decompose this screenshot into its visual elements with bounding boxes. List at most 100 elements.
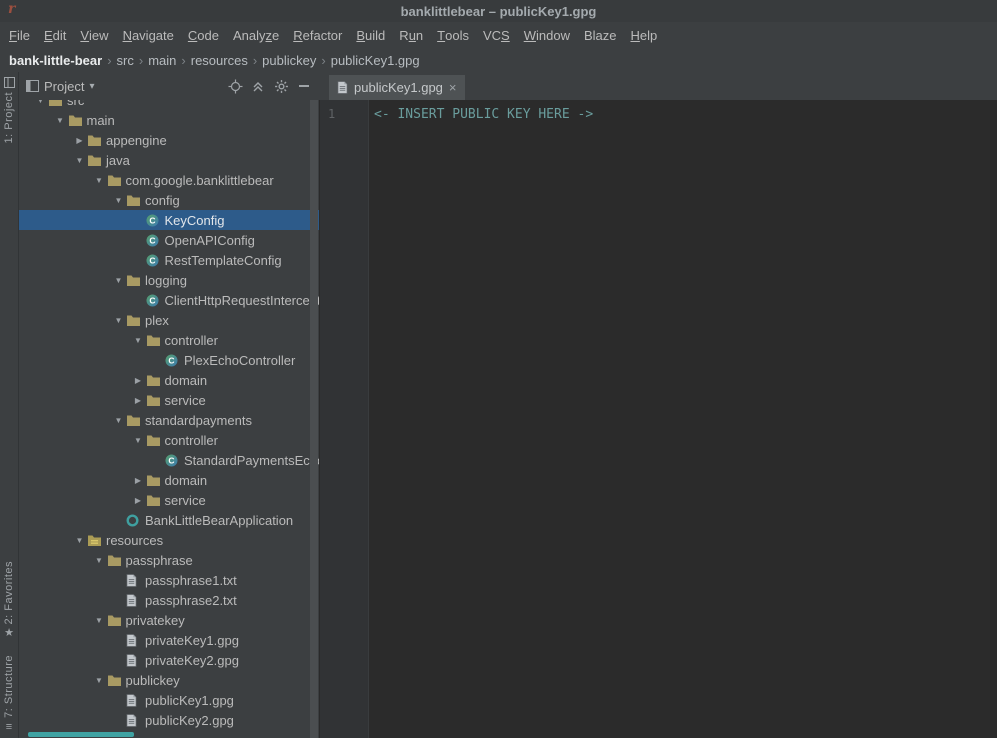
menu-item-file[interactable]: File bbox=[2, 22, 37, 48]
locate-file-icon[interactable] bbox=[226, 77, 244, 95]
chevron-down-icon[interactable]: ▼ bbox=[131, 336, 146, 345]
tree-item-plex[interactable]: ▼plex bbox=[19, 310, 319, 330]
tree-horizontal-scrollbar[interactable] bbox=[28, 732, 134, 737]
breadcrumb-separator-icon: › bbox=[139, 53, 143, 68]
menu-item-analyze[interactable]: Analyze bbox=[226, 22, 286, 48]
folder-icon bbox=[107, 674, 125, 687]
breadcrumb-item-publickey[interactable]: publickey bbox=[262, 53, 316, 68]
breadcrumb-separator-icon: › bbox=[107, 53, 111, 68]
breadcrumb-item-src[interactable]: src bbox=[117, 53, 134, 68]
tab-publickey1-gpg[interactable]: publicKey1.gpg × bbox=[329, 75, 465, 100]
editor-content[interactable]: <- INSERT PUBLIC KEY HERE -> bbox=[369, 100, 593, 738]
tree-item-publicKey2.gpg[interactable]: publicKey2.gpg bbox=[19, 710, 319, 730]
collapse-all-icon[interactable] bbox=[249, 77, 267, 95]
tree-vertical-scrollbar[interactable] bbox=[310, 100, 318, 738]
tree-item-ClientHttpRequestInterceptor[interactable]: CClientHttpRequestInterceptor bbox=[19, 290, 319, 310]
chevron-down-icon[interactable]: ▼ bbox=[53, 116, 68, 125]
structure-icon: ≡ bbox=[6, 722, 12, 733]
tree-item-OpenAPIConfig[interactable]: COpenAPIConfig bbox=[19, 230, 319, 250]
tree-item-StandardPaymentsEchoController[interactable]: CStandardPaymentsEchoController bbox=[19, 450, 319, 470]
menu-item-view[interactable]: View bbox=[73, 22, 115, 48]
chevron-down-icon[interactable]: ▼ bbox=[92, 556, 107, 565]
chevron-down-icon[interactable]: ▼ bbox=[33, 100, 48, 105]
tree-item-domain[interactable]: ▶domain bbox=[19, 370, 319, 390]
stripe-button-favorites[interactable]: 2: Favorites ★ bbox=[3, 561, 15, 639]
chevron-down-icon[interactable]: ▼ bbox=[111, 196, 126, 205]
class-icon: C bbox=[165, 354, 183, 367]
tree-item-PlexEchoController[interactable]: CPlexEchoController bbox=[19, 350, 319, 370]
menu-item-tools[interactable]: Tools bbox=[430, 22, 476, 48]
menu-item-run[interactable]: Run bbox=[392, 22, 430, 48]
breadcrumb-item-main[interactable]: main bbox=[148, 53, 176, 68]
chevron-right-icon[interactable]: ▶ bbox=[131, 496, 146, 505]
package-icon bbox=[107, 174, 125, 187]
folder-icon bbox=[87, 134, 105, 147]
breadcrumb-item-bank-little-bear[interactable]: bank-little-bear bbox=[9, 53, 102, 68]
tree-item-com.google.banklittlebear[interactable]: ▼com.google.banklittlebear bbox=[19, 170, 319, 190]
menu-item-blaze[interactable]: Blaze bbox=[577, 22, 624, 48]
stripe-button-project[interactable]: 1: Project bbox=[3, 77, 15, 143]
tree-item-standardpayments[interactable]: ▼standardpayments bbox=[19, 410, 319, 430]
tree-item-passphrase1.txt[interactable]: passphrase1.txt bbox=[19, 570, 319, 590]
stripe-button-structure[interactable]: 7: Structure ≡ bbox=[3, 655, 15, 733]
breadcrumb-item-resources[interactable]: resources bbox=[191, 53, 248, 68]
chevron-down-icon[interactable]: ▾ bbox=[89, 81, 94, 92]
chevron-right-icon[interactable]: ▶ bbox=[131, 476, 146, 485]
hide-panel-icon[interactable] bbox=[295, 77, 313, 95]
tree-item-src[interactable]: ▼src bbox=[19, 100, 319, 110]
tree-item-main[interactable]: ▼main bbox=[19, 110, 319, 130]
chevron-right-icon[interactable]: ▶ bbox=[131, 376, 146, 385]
svg-text:C: C bbox=[168, 355, 174, 365]
package-icon bbox=[126, 414, 144, 427]
close-tab-icon[interactable]: × bbox=[449, 81, 457, 94]
tree-item-privateKey2.gpg[interactable]: privateKey2.gpg bbox=[19, 650, 319, 670]
tree-item-RestTemplateConfig[interactable]: CRestTemplateConfig bbox=[19, 250, 319, 270]
chevron-down-icon[interactable]: ▼ bbox=[131, 436, 146, 445]
menu-item-code[interactable]: Code bbox=[181, 22, 226, 48]
tree-item-controller[interactable]: ▼controller bbox=[19, 330, 319, 350]
chevron-down-icon[interactable]: ▼ bbox=[111, 276, 126, 285]
chevron-right-icon[interactable]: ▶ bbox=[131, 396, 146, 405]
tree-item-config[interactable]: ▼ config bbox=[19, 190, 319, 210]
breadcrumb-item-publicKey1.gpg[interactable]: publicKey1.gpg bbox=[331, 53, 420, 68]
tree-item-publicKey1.gpg[interactable]: publicKey1.gpg bbox=[19, 690, 319, 710]
folder-icon bbox=[48, 100, 66, 107]
tree-item-resources[interactable]: ▼resources bbox=[19, 530, 319, 550]
menu-item-vcs[interactable]: VCS bbox=[476, 22, 517, 48]
project-view-selector[interactable]: Project bbox=[44, 79, 84, 94]
menu-item-edit[interactable]: Edit bbox=[37, 22, 73, 48]
menu-item-help[interactable]: Help bbox=[623, 22, 664, 48]
chevron-down-icon[interactable]: ▼ bbox=[72, 536, 87, 545]
tree-item-passphrase2.txt[interactable]: passphrase2.txt bbox=[19, 590, 319, 610]
chevron-down-icon[interactable]: ▼ bbox=[92, 676, 107, 685]
menu-item-window[interactable]: Window bbox=[517, 22, 577, 48]
breadcrumb-separator-icon: › bbox=[321, 53, 325, 68]
chevron-down-icon[interactable]: ▼ bbox=[111, 416, 126, 425]
tree-item-controller[interactable]: ▼controller bbox=[19, 430, 319, 450]
menu-item-navigate[interactable]: Navigate bbox=[116, 22, 181, 48]
chevron-down-icon[interactable]: ▼ bbox=[111, 316, 126, 325]
tree-item-label: config bbox=[144, 193, 180, 208]
tree-item-logging[interactable]: ▼logging bbox=[19, 270, 319, 290]
tree-item-passphrase[interactable]: ▼passphrase bbox=[19, 550, 319, 570]
tree-item-publickey[interactable]: ▼ publickey bbox=[19, 670, 319, 690]
settings-gear-icon[interactable] bbox=[272, 77, 290, 95]
menu-item-refactor[interactable]: Refactor bbox=[286, 22, 349, 48]
chevron-down-icon[interactable]: ▼ bbox=[72, 156, 87, 165]
editor-area[interactable]: 1 <- INSERT PUBLIC KEY HERE -> bbox=[320, 100, 997, 738]
tree-item-appengine[interactable]: ▶appengine bbox=[19, 130, 319, 150]
tree-item-service[interactable]: ▶ service bbox=[19, 490, 319, 510]
chevron-down-icon[interactable]: ▼ bbox=[92, 616, 107, 625]
chevron-right-icon[interactable]: ▶ bbox=[72, 136, 87, 145]
tree-item-label: service bbox=[164, 493, 206, 508]
tree-item-BankLittleBearApplication[interactable]: BankLittleBearApplication bbox=[19, 510, 319, 530]
tree-item-privatekey[interactable]: ▼privatekey bbox=[19, 610, 319, 630]
tree-item-java[interactable]: ▼java bbox=[19, 150, 319, 170]
tree-item-domain[interactable]: ▶domain bbox=[19, 470, 319, 490]
tree-item-label: publickey bbox=[125, 673, 180, 688]
tree-item-service[interactable]: ▶service bbox=[19, 390, 319, 410]
menu-item-build[interactable]: Build bbox=[349, 22, 392, 48]
tree-item-KeyConfig[interactable]: CKeyConfig bbox=[19, 210, 319, 230]
chevron-down-icon[interactable]: ▼ bbox=[92, 176, 107, 185]
tree-item-privateKey1.gpg[interactable]: privateKey1.gpg bbox=[19, 630, 319, 650]
